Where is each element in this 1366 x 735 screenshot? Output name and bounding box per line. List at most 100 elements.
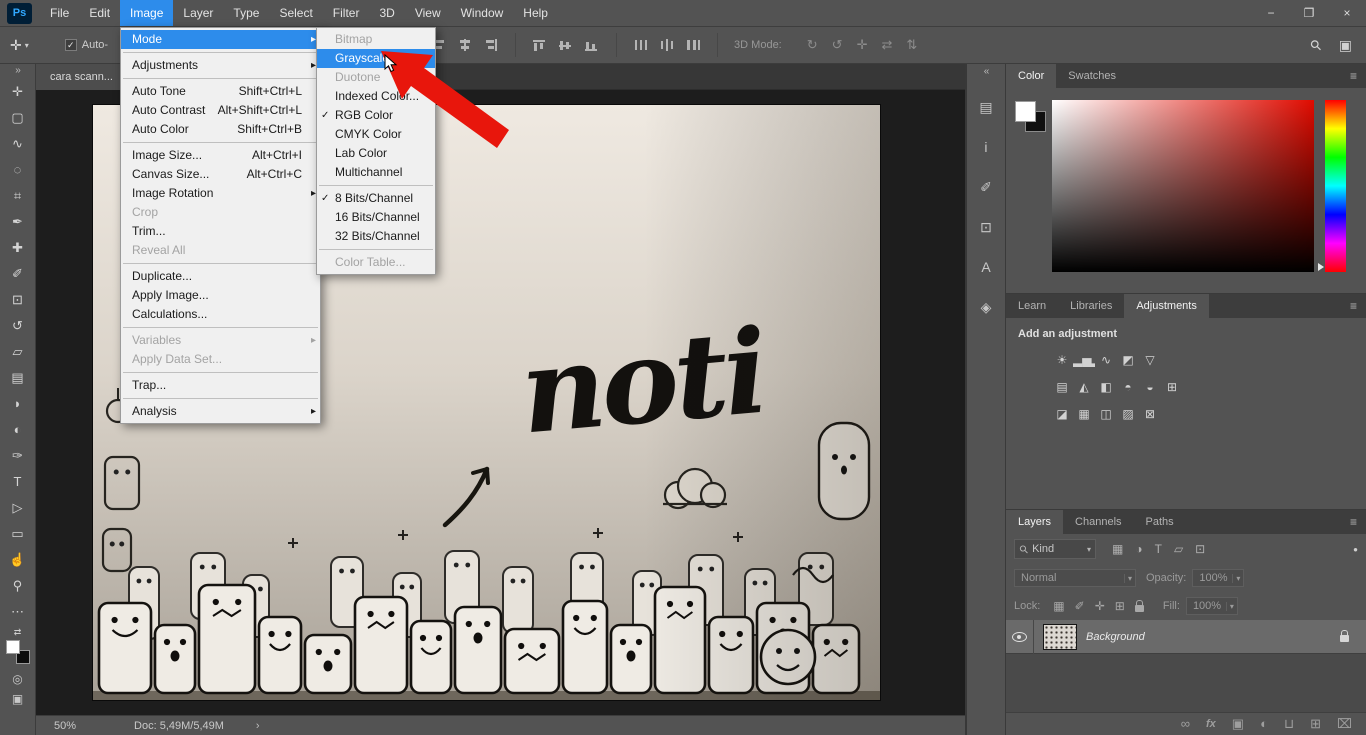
brush-settings-panel-icon[interactable]: ✐ <box>980 172 992 212</box>
tab-adjustments[interactable]: Adjustments <box>1124 294 1209 318</box>
menu-item-auto-color[interactable]: Auto Color Shift+Ctrl+B <box>121 120 320 139</box>
menu-item-indexed-color[interactable]: Indexed Color... <box>317 87 435 106</box>
workspace-icon[interactable]: ▣ <box>1339 37 1352 54</box>
hue-slider[interactable] <box>1318 100 1346 272</box>
layer-row-background[interactable]: Background <box>1006 619 1366 654</box>
gradient-map-icon[interactable]: ▨ <box>1117 407 1139 421</box>
tab-color[interactable]: Color <box>1006 64 1057 88</box>
layer-filter-kind-select[interactable]: ⚲ Kind ▾ <box>1014 539 1096 559</box>
menu-edit[interactable]: Edit <box>79 0 120 26</box>
shape-tool[interactable]: ▭ <box>0 521 36 547</box>
menu-item-calculations[interactable]: Calculations... <box>121 305 320 324</box>
lock-nesting-icon[interactable]: ⊞ <box>1115 599 1125 613</box>
lasso-tool[interactable]: ∿ <box>0 131 36 157</box>
screen-mode-icon[interactable]: ▣ <box>12 689 23 709</box>
menu-window[interactable]: Window <box>451 0 514 26</box>
blend-mode-select[interactable]: Normal ▾ <box>1014 569 1136 587</box>
menu-filter[interactable]: Filter <box>323 0 370 26</box>
menu-layer[interactable]: Layer <box>173 0 223 26</box>
menu-item-trim[interactable]: Trim... <box>121 222 320 241</box>
lock-position-icon[interactable]: ✛ <box>1095 599 1105 613</box>
channel-mixer-icon[interactable]: ◒ <box>1139 380 1161 394</box>
brush-tool[interactable]: ✐ <box>0 261 36 287</box>
status-chevron-icon[interactable]: › <box>256 720 260 732</box>
menu-item-duplicate[interactable]: Duplicate... <box>121 267 320 286</box>
blur-tool[interactable]: ◗ <box>0 391 36 417</box>
color-panel-menu-icon[interactable]: ≡ <box>1350 64 1366 88</box>
zoom-tool[interactable]: ⚲ <box>0 573 36 599</box>
restore-button[interactable]: ❐ <box>1290 0 1328 26</box>
posterize-icon[interactable]: ▦ <box>1073 407 1095 421</box>
eyedropper-tool[interactable]: ✒ <box>0 209 36 235</box>
menu-item-32-bits-channel[interactable]: 32 Bits/Channel <box>317 227 435 246</box>
clone-stamp-tool[interactable]: ⊡ <box>0 287 36 313</box>
vibrance-icon[interactable]: ▽ <box>1139 353 1161 367</box>
layer-mask-icon[interactable]: ▣ <box>1232 713 1244 735</box>
hand-tool[interactable]: ☝ <box>0 547 36 573</box>
search-icon[interactable]: ⚲ <box>1306 35 1325 54</box>
tab-learn[interactable]: Learn <box>1006 294 1058 318</box>
menu-item-image-size[interactable]: Image Size... Alt+Ctrl+I <box>121 146 320 165</box>
menu-item-16-bits-channel[interactable]: 16 Bits/Channel <box>317 208 435 227</box>
gradient-tool[interactable]: ▤ <box>0 365 36 391</box>
menu-type[interactable]: Type <box>223 0 269 26</box>
properties-panel-icon[interactable]: ▤ <box>979 92 992 132</box>
curves-icon[interactable]: ∿ <box>1095 353 1117 367</box>
tab-swatches[interactable]: Swatches <box>1056 64 1128 88</box>
filter-toggle-icon[interactable]: ● <box>1353 545 1358 554</box>
color-field[interactable] <box>1052 100 1314 272</box>
layers-panel-menu-icon[interactable]: ≡ <box>1350 510 1366 534</box>
photo-filter-icon[interactable]: ◓ <box>1117 380 1139 394</box>
quick-selection-tool[interactable]: ◌ <box>0 157 36 183</box>
document-tab[interactable]: cara scann... <box>36 64 128 90</box>
color-balance-icon[interactable]: ◭ <box>1073 380 1095 394</box>
swap-colors-icon[interactable]: ⇄ <box>5 627 31 638</box>
layer-group-icon[interactable]: ⊔ <box>1284 713 1294 735</box>
eraser-tool[interactable]: ▱ <box>0 339 36 365</box>
filter-smart-object-icon[interactable]: ⊡ <box>1195 542 1205 556</box>
adjustment-layer-icon[interactable]: ◐ <box>1260 713 1268 735</box>
crop-tool[interactable]: ⌗ <box>0 183 36 209</box>
filter-shape-icon[interactable]: ▱ <box>1174 542 1183 556</box>
edit-toolbar-icon[interactable]: ⋯ <box>0 599 36 625</box>
selective-color-icon[interactable]: ⊠ <box>1139 407 1161 421</box>
hue-saturation-icon[interactable]: ▤ <box>1051 380 1073 394</box>
menu-help[interactable]: Help <box>513 0 558 26</box>
menu-item-multichannel[interactable]: Multichannel <box>317 163 435 182</box>
layer-name[interactable]: Background <box>1086 631 1145 643</box>
menu-item-rgb-color[interactable]: ✓ RGB Color <box>317 106 435 125</box>
clone-source-panel-icon[interactable]: ⊡ <box>980 212 992 252</box>
adjustments-panel-menu-icon[interactable]: ≡ <box>1350 294 1366 318</box>
menu-3d[interactable]: 3D <box>369 0 404 26</box>
invert-icon[interactable]: ◪ <box>1051 407 1073 421</box>
menu-item-trap[interactable]: Trap... <box>121 376 320 395</box>
tab-channels[interactable]: Channels <box>1063 510 1133 534</box>
filter-adjustment-icon[interactable]: ◑ <box>1135 542 1142 556</box>
menu-item-lab-color[interactable]: Lab Color <box>317 144 435 163</box>
foreground-color-swatch[interactable] <box>5 640 20 654</box>
levels-icon[interactable]: ▂▅▂ <box>1073 353 1095 367</box>
zoom-level[interactable]: 50% <box>54 720 76 732</box>
close-button[interactable]: × <box>1328 0 1366 26</box>
menu-item-apply-image[interactable]: Apply Image... <box>121 286 320 305</box>
black-white-icon[interactable]: ◧ <box>1095 380 1117 394</box>
path-selection-tool[interactable]: ▷ <box>0 495 36 521</box>
healing-brush-tool[interactable]: ✚ <box>0 235 36 261</box>
layer-lock-icon[interactable] <box>1340 630 1349 642</box>
color-lookup-icon[interactable]: ⊞ <box>1161 380 1183 394</box>
3d-panel-icon[interactable]: ◈ <box>981 292 992 332</box>
menu-item-mode[interactable]: Mode ▸ <box>121 30 320 49</box>
visibility-toggle[interactable] <box>1006 619 1034 654</box>
layer-thumbnail[interactable] <box>1043 623 1077 650</box>
foreground-background-swatches[interactable] <box>5 639 31 665</box>
menu-item-cmyk-color[interactable]: CMYK Color <box>317 125 435 144</box>
menu-select[interactable]: Select <box>269 0 322 26</box>
menu-image[interactable]: Image <box>120 0 174 26</box>
color-panel-swatches[interactable] <box>1014 100 1052 140</box>
info-panel-icon[interactable]: i <box>984 132 987 172</box>
quick-mask-icon[interactable]: ◎ <box>12 669 22 689</box>
auto-select-checkbox[interactable]: ✓ <box>64 39 77 51</box>
tab-libraries[interactable]: Libraries <box>1058 294 1124 318</box>
move-tool[interactable]: ✛ <box>0 79 36 105</box>
tool-preset-caret-icon[interactable]: ▾ <box>25 41 29 50</box>
